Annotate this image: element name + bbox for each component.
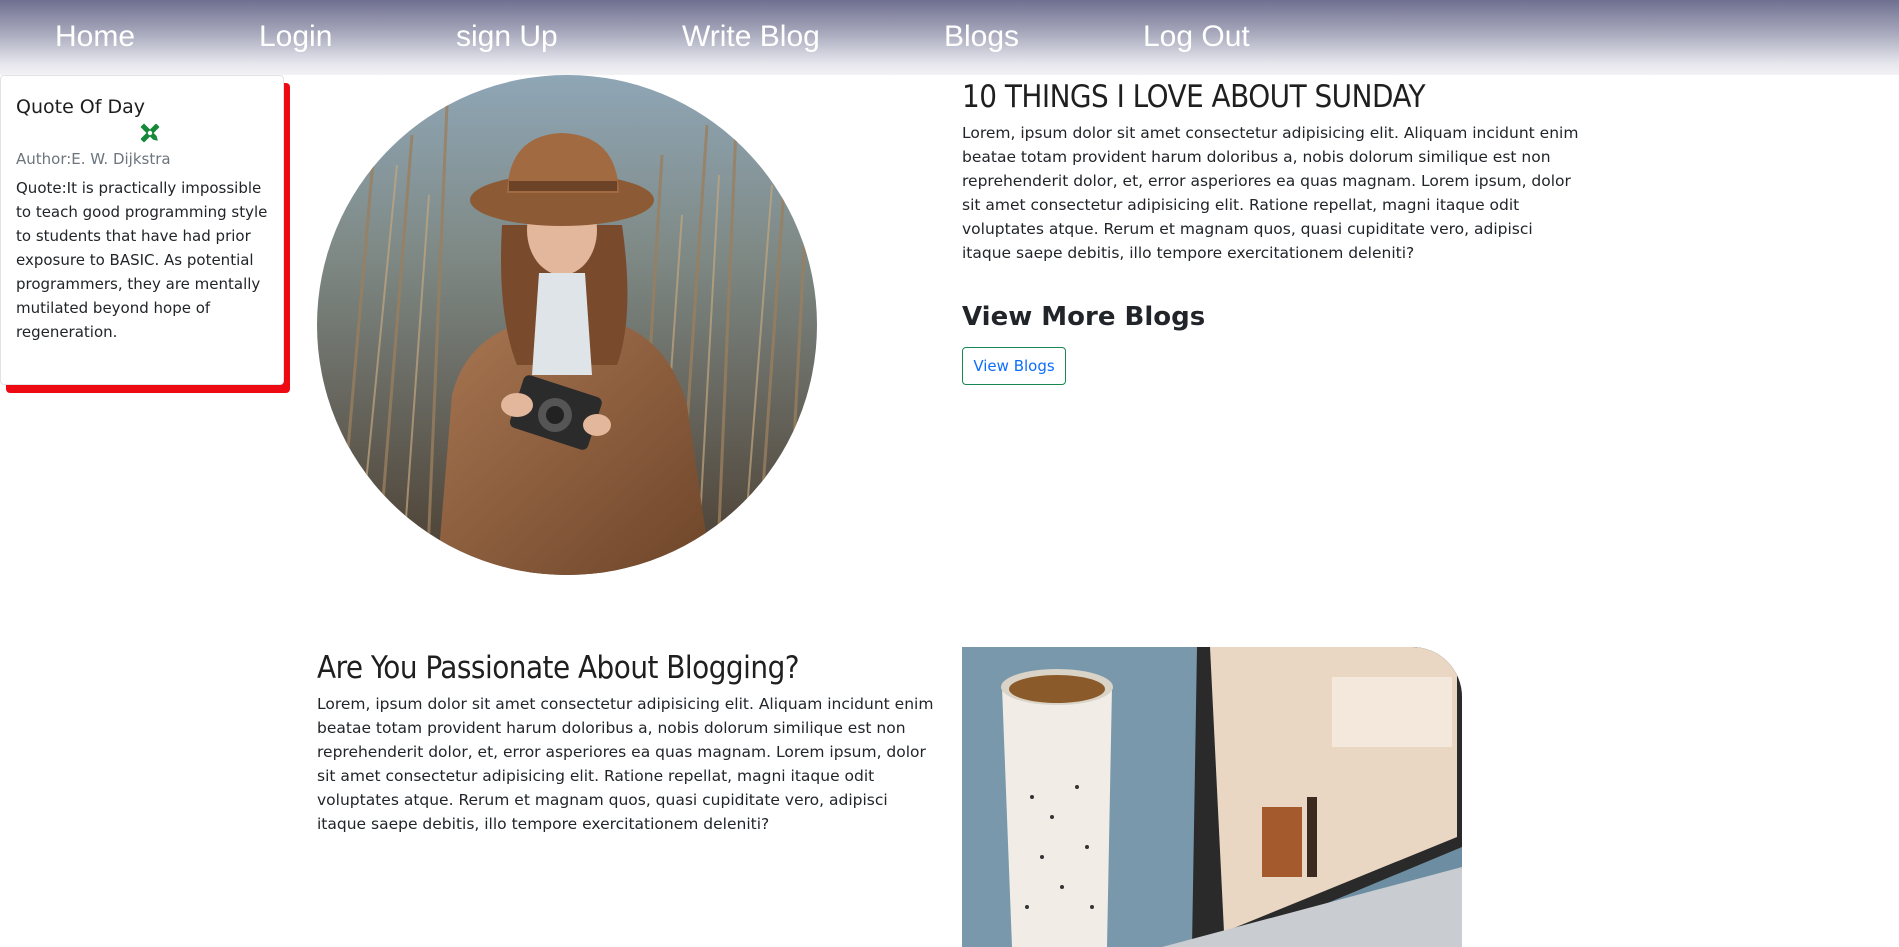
quote-card-title: Quote Of Day (16, 96, 146, 118)
blog-title-passionate: Are You Passionate About Blogging? (317, 650, 800, 686)
navbar: Home Login sign Up Write Blog Blogs Log … (0, 0, 1899, 75)
quote-text: Quote:It is practically impossible to te… (16, 179, 268, 341)
pencil-ruler-icon (138, 121, 162, 145)
blog-title-sunday: 10 THINGS I LOVE ABOUT SUNDAY (962, 79, 1426, 115)
nav-log-out[interactable]: Log Out (1143, 18, 1250, 56)
nav-sign-up[interactable]: sign Up (456, 18, 558, 56)
view-more-blogs-heading: View More Blogs (962, 302, 1206, 332)
nav-login[interactable]: Login (259, 18, 332, 56)
quote-card: Quote Of Day Author:E. W. Dijkstra Quote… (0, 75, 284, 385)
nav-home[interactable]: Home (55, 18, 135, 56)
blog-body-passionate: Lorem, ipsum dolor sit amet consectetur … (317, 695, 934, 833)
quote-author: Author:E. W. Dijkstra (16, 150, 171, 168)
nav-blogs[interactable]: Blogs (944, 18, 1019, 56)
view-blogs-button[interactable]: View Blogs (962, 347, 1066, 385)
blog-body-sunday: Lorem, ipsum dolor sit amet consectetur … (962, 124, 1579, 262)
woman-with-camera-photo (317, 75, 817, 575)
nav-write-blog[interactable]: Write Blog (682, 18, 820, 56)
coffee-mug-laptop-photo (962, 647, 1462, 947)
